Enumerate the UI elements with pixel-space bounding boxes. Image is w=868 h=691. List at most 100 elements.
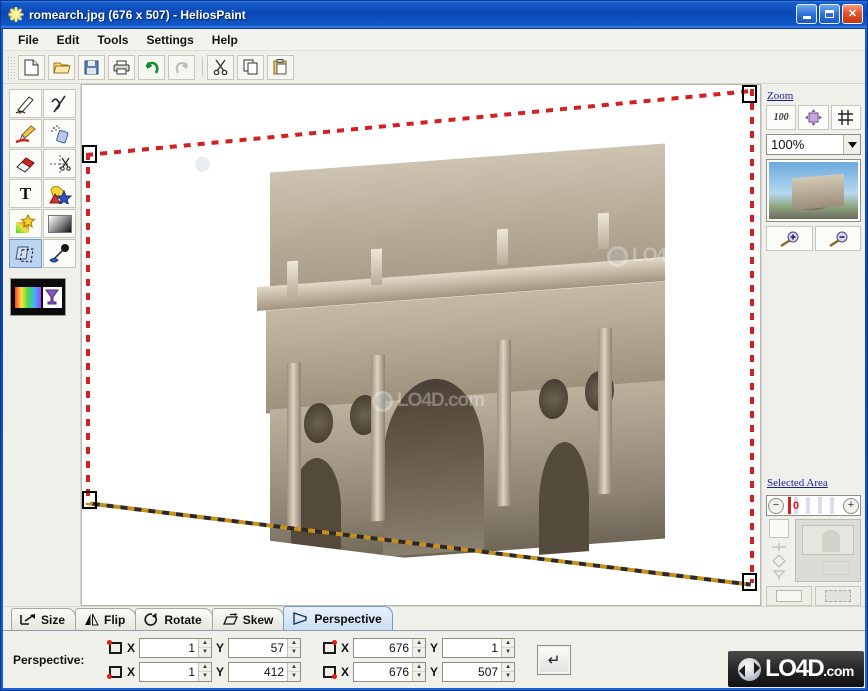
grid-button[interactable] — [830, 105, 861, 130]
tab-perspective-label: Perspective — [314, 611, 382, 626]
bottom-left-y-field[interactable]: ▲▼ — [228, 661, 302, 682]
zoom-in-icon — [780, 231, 799, 247]
paste-button[interactable] — [267, 54, 294, 80]
tool-magic-wand[interactable] — [9, 209, 42, 238]
tool-eraser[interactable] — [9, 149, 42, 178]
select-transform-button[interactable] — [815, 586, 861, 606]
top-right-y-field[interactable]: ▲▼ — [442, 637, 516, 658]
zoom-thumbnail[interactable] — [766, 159, 861, 222]
toolbar-separator — [202, 57, 203, 77]
zoom-level-value: 100% — [771, 137, 805, 152]
magic-wand-icon — [15, 213, 36, 233]
bottom-left-x-field[interactable]: ▲▼ — [139, 661, 213, 682]
tool-transform[interactable] — [9, 239, 42, 268]
background-color[interactable] — [42, 286, 62, 308]
bottom-right-y-spinner[interactable]: ▲ ▼ — [501, 662, 515, 681]
zoom-100-button[interactable]: 100 — [766, 105, 797, 130]
top-left-x-field[interactable]: ▲▼ — [139, 637, 213, 658]
handle-top-left[interactable] — [82, 145, 97, 163]
menu-tools[interactable]: Tools — [88, 31, 137, 49]
lo4d-globe-icon — [738, 657, 762, 681]
handle-bottom-left[interactable] — [82, 491, 97, 509]
open-file-button[interactable] — [48, 54, 75, 80]
copy-button[interactable] — [237, 54, 264, 80]
bottom-left-x-spinner[interactable]: ▲ ▼ — [198, 662, 212, 681]
toolbar-grip[interactable] — [6, 55, 15, 79]
selected-area-value: 0 — [788, 497, 799, 514]
print-button[interactable] — [108, 54, 135, 80]
x-label: X — [127, 640, 136, 655]
top-left-y-field[interactable]: ▲▼ — [228, 637, 302, 658]
y-label: Y — [216, 640, 225, 655]
selected-area-shape-icon[interactable] — [769, 519, 789, 538]
tab-size[interactable]: Size — [11, 608, 77, 630]
undo-button[interactable] — [138, 54, 165, 80]
bottom-right-x-spinner[interactable]: ▲ ▼ — [412, 662, 426, 681]
tool-curve[interactable] — [43, 89, 76, 118]
top-left-y-input[interactable] — [229, 638, 288, 657]
chevron-down-icon[interactable] — [843, 135, 860, 154]
tool-pencil[interactable] — [9, 89, 42, 118]
image-canvas[interactable]: LO4D.com LO4D.com LO4D.com — [81, 84, 761, 606]
tool-shapes[interactable] — [43, 179, 76, 208]
handle-bottom-right[interactable] — [742, 573, 757, 591]
foreground-color[interactable] — [14, 286, 41, 308]
menu-help[interactable]: Help — [203, 31, 247, 49]
bottom-right-y-field[interactable]: ▲▼ — [442, 661, 516, 682]
top-right-x-field[interactable]: ▲▼ — [353, 637, 427, 658]
text-tool-icon: T — [19, 183, 32, 203]
top-left-y-spinner[interactable]: ▲ ▼ — [287, 638, 301, 657]
tool-airbrush[interactable] — [43, 119, 76, 148]
menu-edit[interactable]: Edit — [48, 31, 89, 49]
cut-button[interactable] — [207, 54, 234, 80]
select-rect-button[interactable] — [766, 586, 812, 606]
apply-perspective-button[interactable]: ↵ — [537, 644, 572, 675]
top-left-x-spinner[interactable]: ▲ ▼ — [198, 638, 212, 657]
top-right-x-spinner[interactable]: ▲ ▼ — [412, 638, 426, 657]
top-right-y-input[interactable] — [443, 638, 502, 657]
zoom-out-button[interactable] — [814, 226, 861, 251]
copy-icon — [243, 59, 257, 75]
bottom-right-x-input[interactable] — [354, 662, 413, 681]
menu-bar: File Edit Tools Settings Help — [3, 29, 865, 51]
selected-area-plus-button[interactable]: + — [843, 497, 859, 514]
tab-flip[interactable]: Flip — [75, 608, 137, 630]
bottom-left-y-input[interactable] — [229, 662, 288, 681]
tool-gradient[interactable] — [43, 209, 76, 238]
selected-area-footer — [766, 586, 861, 606]
close-button[interactable]: ✕ — [842, 4, 863, 24]
tool-fill[interactable] — [43, 239, 76, 268]
zoom-in-button[interactable] — [766, 226, 813, 251]
new-document-button[interactable] — [18, 54, 45, 80]
bottom-left-x-input[interactable] — [140, 662, 199, 681]
zoom-level-combo[interactable]: 100% — [766, 134, 861, 155]
window-title: romearch.jpg (676 x 507) - HeliosPaint — [29, 7, 246, 22]
tab-skew[interactable]: Skew — [211, 608, 285, 630]
bottom-left-y-spinner[interactable]: ▲ ▼ — [287, 662, 301, 681]
fit-to-window-button[interactable] — [798, 105, 829, 130]
tab-rotate[interactable]: Rotate — [135, 608, 213, 630]
fit-to-window-icon — [804, 109, 822, 126]
perspective-coords: X ▲▼ Y ▲▼ X — [107, 637, 516, 682]
bottom-right-y-input[interactable] — [443, 662, 502, 681]
menu-file[interactable]: File — [9, 31, 48, 49]
tool-text[interactable]: T — [9, 179, 42, 208]
window-controls: ✕ — [796, 4, 863, 24]
maximize-button[interactable] — [819, 4, 840, 24]
selected-area-minus-button[interactable]: − — [768, 497, 784, 514]
selected-area-track[interactable]: 0 — [786, 497, 841, 514]
top-right-y-spinner[interactable]: ▲ ▼ — [501, 638, 515, 657]
top-right-x-input[interactable] — [354, 638, 413, 657]
minimize-button[interactable] — [796, 4, 817, 24]
tool-paintbrush[interactable] — [9, 119, 42, 148]
tab-perspective[interactable]: Perspective — [283, 606, 393, 630]
tool-crop[interactable] — [43, 149, 76, 178]
color-swatch[interactable] — [10, 278, 66, 316]
selected-area-slider[interactable]: − 0 + — [766, 495, 861, 516]
perspective-icon — [293, 612, 308, 625]
menu-settings[interactable]: Settings — [137, 31, 202, 49]
handle-top-right[interactable] — [742, 85, 757, 103]
save-button[interactable] — [78, 54, 105, 80]
bottom-right-x-field[interactable]: ▲▼ — [353, 661, 427, 682]
top-left-x-input[interactable] — [140, 638, 199, 657]
